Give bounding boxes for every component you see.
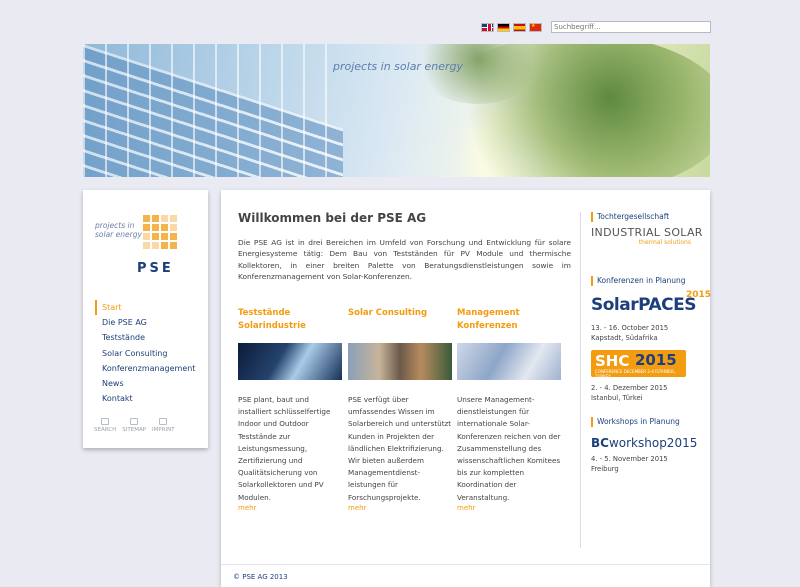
nav-item-kontakt[interactable]: Kontakt [95, 391, 195, 406]
column-text: PSE plant, baut und installiert schlüsse… [238, 395, 331, 502]
management-konferenzen-image[interactable] [457, 343, 561, 380]
nav-item-news[interactable]: News [95, 376, 195, 391]
column-title[interactable]: Management Konferenzen [457, 307, 561, 337]
shc-name: SHC [595, 352, 630, 370]
bc-workshop-logo[interactable]: BCworkshop2015 [591, 436, 703, 450]
solar-consulting-image[interactable] [348, 343, 452, 380]
more-link[interactable]: mehr [238, 504, 342, 512]
imprint-icon [159, 418, 168, 425]
shc-place: Istanbul, Türkei [591, 394, 643, 402]
imprint-link-label: IMPRINT [152, 427, 175, 433]
workshop-date: 4. - 5. November 2015 [591, 455, 668, 463]
column-solar-consulting: Solar Consulting PSE verfügt über umfass… [348, 307, 452, 512]
conferences-heading: Konferenzen in Planung [591, 276, 703, 286]
flag-de-icon[interactable] [497, 22, 510, 32]
shc-date: 2. - 4. Dezember 2015 [591, 384, 668, 392]
search-icon [101, 418, 110, 425]
bc-workshop-mark: BC [591, 436, 609, 450]
logo-grid-icon [143, 215, 177, 249]
nav-item-solar-consulting[interactable]: Solar Consulting [95, 346, 195, 361]
nav-item-konferenzmanagement[interactable]: Konferenzmanagement [95, 361, 195, 376]
imprint-link[interactable]: IMPRINT [152, 418, 175, 433]
right-sidebar: Tochtergesellschaft INDUSTRIAL SOLAR the… [591, 212, 711, 474]
column-title[interactable]: Teststände Solarindustrie [238, 307, 342, 337]
main-navigation: Start Die PSE AG Teststände Solar Consul… [95, 300, 195, 406]
solarpaces-place: Kapstadt, Südafrika [591, 334, 658, 342]
bc-workshop-name: workshop2015 [608, 436, 698, 450]
more-link[interactable]: mehr [457, 504, 561, 512]
sitemap-link[interactable]: SITEMAP [122, 418, 146, 433]
flag-en-icon[interactable] [481, 22, 494, 32]
more-link[interactable]: mehr [348, 504, 452, 512]
column-divider [580, 212, 581, 548]
intro-text: Die PSE AG ist in drei Bereichen im Umfe… [238, 238, 571, 282]
nav-item-die-pse-ag[interactable]: Die PSE AG [95, 315, 195, 330]
industrial-solar-name: INDUSTRIAL SOLAR [591, 226, 703, 239]
shc-details: CONFERENCE DECEMBER 2-4 ISTANBUL, TURKEY [595, 369, 676, 379]
footer: © PSE AG 2013 [221, 564, 710, 587]
flag-cn-icon[interactable] [529, 22, 542, 32]
logo-tagline: projects in solar energy [95, 221, 142, 239]
search-link-label: SEARCH [94, 427, 117, 433]
search-input[interactable] [551, 21, 711, 33]
industrial-solar-logo[interactable]: INDUSTRIAL SOLAR thermal solutions [591, 226, 703, 264]
teststaende-image[interactable] [238, 343, 342, 380]
copyright-text: © PSE AG 2013 [233, 573, 288, 581]
search-link[interactable]: SEARCH [94, 418, 116, 433]
nav-item-teststaende[interactable]: Teststände [95, 330, 195, 345]
column-title[interactable]: Solar Consulting [348, 307, 452, 337]
solarpaces-logo[interactable]: SolarPACES 2015 [591, 290, 711, 323]
banner-tagline: projects in solar energy [333, 60, 463, 73]
solarpaces-year: 2015 [686, 290, 712, 300]
flag-es-icon[interactable] [513, 22, 526, 32]
sitemap-link-label: SITEMAP [122, 427, 147, 433]
shc-year: 2015 [635, 351, 677, 369]
column-management-konferenzen: Management Konferenzen Unsere Management… [457, 307, 561, 512]
column-text: PSE verfügt über umfassendes Wissen im S… [348, 395, 452, 502]
top-bar [481, 21, 711, 33]
nav-item-start[interactable]: Start [95, 300, 195, 316]
header-banner: projects in solar energy [83, 44, 710, 177]
shc-conference-logo[interactable]: SHC 2015 CONFERENCE DECEMBER 2-4 ISTANBU… [591, 350, 686, 379]
logo-name: PSE [137, 261, 174, 276]
main-content-panel: Willkommen bei der PSE AG Die PSE AG ist… [221, 190, 711, 587]
page-title: Willkommen bei der PSE AG [238, 211, 427, 225]
column-text: Unsere Management-dienstleistungen für i… [457, 395, 561, 502]
industrial-solar-subtitle: thermal solutions [638, 239, 691, 246]
left-navigation-panel: projects in solar energy PSE Start Die P… [83, 190, 208, 448]
utility-links: SEARCH SITEMAP IMPRINT [94, 418, 175, 433]
column-teststaende: Teststände Solarindustrie PSE plant, bau… [238, 307, 342, 512]
pse-logo[interactable]: projects in solar energy PSE [93, 215, 193, 277]
solarpaces-name: SolarPACES [591, 295, 697, 315]
solarpaces-date: 13. - 16. October 2015 [591, 324, 669, 332]
workshop-place: Freiburg [591, 465, 619, 473]
workshops-heading: Workshops in Planung [591, 417, 703, 427]
subsidiary-heading: Tochtergesellschaft [591, 212, 703, 222]
sitemap-icon [130, 418, 139, 425]
